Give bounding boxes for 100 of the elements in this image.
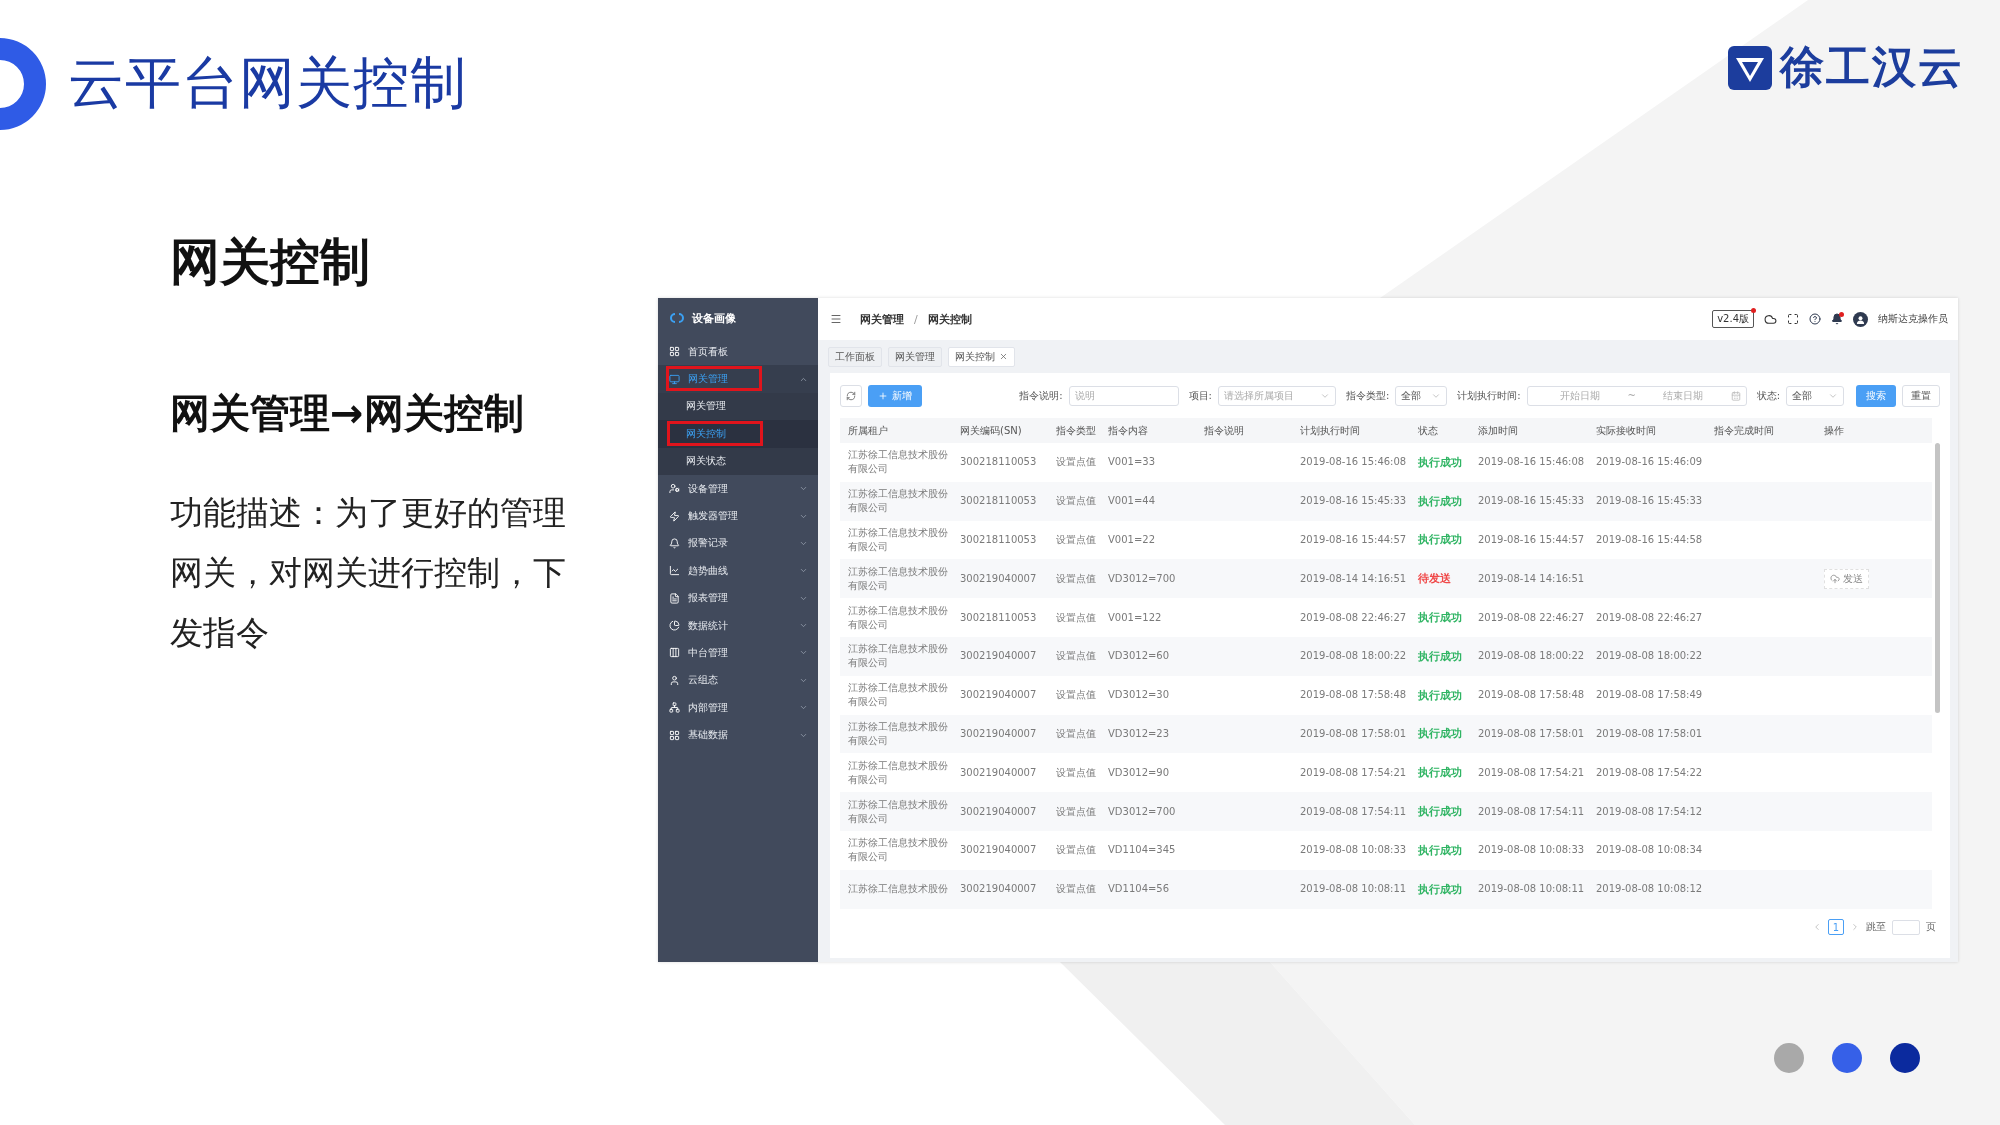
sidebar-item[interactable]: 云组态: [658, 666, 818, 695]
filter-label: 指令说明:: [1019, 388, 1063, 403]
table-cell-text: 2019-08-08 17:54:11: [1300, 804, 1408, 819]
fullscreen-icon[interactable]: [1787, 313, 1799, 325]
table-cell-text: 设置点值: [1056, 765, 1097, 780]
cloud-upload-icon: [1830, 573, 1840, 584]
brand-name: 设备画像: [692, 310, 736, 326]
table-cell-text: VD3012=60: [1108, 649, 1171, 664]
sidebar-subitem[interactable]: 网关管理: [658, 392, 818, 421]
table-cell-text: 设置点值: [1056, 688, 1097, 703]
table-cell-text: VD3012=90: [1108, 765, 1171, 780]
filter-label: 指令类型:: [1345, 388, 1390, 403]
table-cell-text: 300219040007: [960, 843, 1038, 858]
table-cell-text: 设置点值: [1056, 610, 1097, 625]
table-cell-text: 2019-08-16 15:46:08: [1300, 455, 1408, 470]
description-text: 功能描述：为了更好的管理网关，对网关进行控制，下发指令: [170, 492, 567, 654]
sidebar-item[interactable]: 趋势曲线: [658, 557, 818, 585]
calendar-icon: [1730, 390, 1741, 401]
plus-icon: [878, 390, 888, 401]
cloud-icon[interactable]: [1764, 312, 1777, 326]
sidebar-item[interactable]: 报警记录: [658, 529, 818, 558]
table-cell-text: 设置点值: [1056, 882, 1097, 897]
table-cell-text: 江苏徐工信息技术股份有限公司: [848, 526, 949, 554]
table-cell-text: 2019-08-08 17:58:01: [1478, 726, 1586, 741]
sidebar-item[interactable]: 数据统计: [658, 611, 818, 640]
page-input[interactable]: [1892, 919, 1920, 935]
table-cell-text: 2019-08-08 10:08:34: [1596, 844, 1704, 856]
table-cell-text: 2019-08-14 14:16:51: [1300, 571, 1408, 586]
sidebar-item[interactable]: 报表管理: [658, 584, 818, 612]
table-cell-text: VD3012=23: [1108, 726, 1171, 741]
table-cell-text: VD3012=700: [1108, 571, 1177, 586]
table-cell-text: 2019-08-08 18:00:22: [1478, 649, 1586, 664]
sidebar-item[interactable]: 设备管理: [658, 474, 818, 503]
status-text: 执行成功: [1418, 842, 1462, 858]
table-cell-text: 300218110053: [960, 533, 1038, 547]
section-heading: 网关控制: [170, 232, 371, 293]
table-cell-text: 2019-08-08 22:46:27: [1596, 611, 1704, 623]
select-field[interactable]: 全部: [1395, 385, 1448, 406]
table-cell-text: 设置点值: [1056, 843, 1097, 858]
table-cell-text: 2019-08-08 17:58:01: [1596, 727, 1704, 739]
sidebar-subitem[interactable]: 网关状态: [658, 447, 818, 475]
table-cell-text: 2019-08-08 10:08:11: [1478, 882, 1586, 897]
document-icon: [669, 592, 680, 604]
pie-chart-icon: [669, 620, 680, 632]
table-cell-text: 设置点值: [1056, 494, 1097, 509]
page-tab[interactable]: 网关控制: [948, 346, 1015, 367]
menu-icon[interactable]: [830, 313, 842, 325]
sidebar-item[interactable]: 网关管理: [658, 365, 818, 393]
table-cell-text: 300218110053: [960, 610, 1038, 625]
user-avatar[interactable]: [1853, 311, 1868, 327]
reset-button[interactable]: 重置: [1902, 384, 1940, 407]
table-cell-text: 300218110053: [960, 494, 1038, 509]
table-cell-text: 2019-08-16 15:44:57: [1300, 533, 1408, 547]
version-badge[interactable]: v2.4版: [1712, 310, 1754, 328]
link-icon: [668, 312, 686, 324]
table-cell-text: 2019-08-08 10:08:33: [1478, 843, 1586, 858]
network-icon: [669, 702, 680, 714]
table-cell-text: VD3012=700: [1108, 804, 1177, 819]
sidebar-item[interactable]: 内部管理: [658, 694, 818, 722]
column-header: 状态: [1418, 423, 1439, 438]
user-name[interactable]: 纳斯达克操作员: [1878, 312, 1948, 326]
sidebar-item[interactable]: 中台管理: [658, 639, 818, 667]
table-cell-text: 2019-08-08 17:54:12: [1596, 805, 1704, 817]
table-cell-text: 2019-08-16 15:45:33: [1300, 494, 1408, 509]
breadcrumb-item[interactable]: 网关管理: [860, 311, 904, 327]
refresh-button[interactable]: [840, 384, 862, 407]
table-cell-text: 300219040007: [960, 804, 1038, 819]
send-button[interactable]: 发送: [1824, 568, 1869, 589]
columns-icon: [669, 647, 680, 659]
close-icon[interactable]: [999, 352, 1008, 361]
column-header: 指令内容: [1108, 423, 1149, 438]
page-tab[interactable]: 网关管理: [888, 346, 942, 367]
status-text: 执行成功: [1418, 881, 1462, 897]
table-cell-text: 江苏徐工信息技术股份有限公司: [848, 681, 949, 710]
sidebar-item[interactable]: 基础数据: [658, 721, 818, 749]
table-cell-text: 设置点值: [1056, 649, 1097, 664]
select-field[interactable]: 全部: [1786, 385, 1844, 406]
table-cell-text: 2019-08-08 17:58:48: [1478, 688, 1586, 703]
table-cell-text: V001=33: [1108, 455, 1157, 470]
sidebar-item[interactable]: 首页看板: [658, 338, 818, 366]
status-text: 执行成功: [1418, 765, 1462, 781]
table-cell-text: 江苏徐工信息技术股份有限公司: [848, 642, 949, 671]
page-tab[interactable]: 工作面板: [828, 346, 882, 367]
bell-icon[interactable]: [1831, 313, 1843, 325]
column-header: 操作: [1824, 423, 1845, 438]
table-cell-text: V001=44: [1108, 494, 1157, 509]
logo-text: 徐工汉云: [1780, 40, 1964, 94]
lightning-icon: [669, 510, 680, 522]
table-cell-text: 2019-08-08 17:54:22: [1596, 766, 1704, 778]
help-icon[interactable]: [1809, 313, 1821, 325]
status-text: 执行成功: [1418, 726, 1462, 742]
table-cell-text: 2019-08-16 15:45:33: [1478, 494, 1586, 509]
column-header: 实际接收时间: [1596, 423, 1657, 438]
section-subheading: 网关管理→网关控制: [170, 389, 525, 438]
table-cell-text: 2019-08-16 15:46:08: [1478, 455, 1586, 470]
sidebar-item[interactable]: 触发器管理: [658, 502, 818, 530]
sidebar-subitem[interactable]: 网关控制: [658, 420, 818, 448]
column-header: 指令完成时间: [1714, 423, 1775, 438]
instruction-input[interactable]: 说明: [1068, 385, 1179, 406]
table-cell-text: 2019-08-16 15:44:58: [1596, 534, 1704, 545]
